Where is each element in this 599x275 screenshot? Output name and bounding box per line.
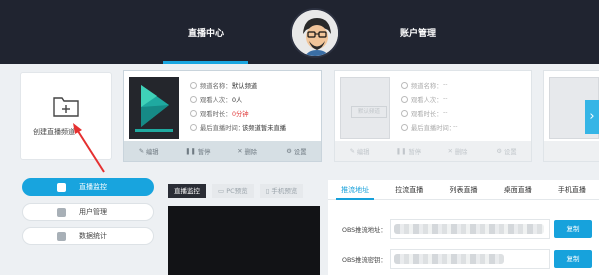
default-channel-tag: 默认频道 xyxy=(351,106,387,118)
monitor-icon xyxy=(57,183,66,192)
tv-icon xyxy=(401,82,408,89)
stream-tabs: 推流地址 拉流直播 列表直播 桌面直播 手机直播 xyxy=(328,180,599,200)
edit-icon: ✎ xyxy=(349,147,355,155)
menu-user-management[interactable]: 用户管理 xyxy=(22,203,154,221)
play-logo-icon xyxy=(129,77,179,139)
channel-actions: ✎ 编辑 ❚❚ 暂停 ✕ 删除 ⚙ 设置 xyxy=(335,141,531,161)
tab-pc-preview[interactable]: ▭ PC预览 xyxy=(212,184,254,198)
settings-button[interactable]: ⚙ 设置 xyxy=(272,141,321,161)
last-live-value: 该频道暂未直播 xyxy=(242,125,287,132)
tab-push-url[interactable]: 推流地址 xyxy=(328,180,382,200)
copy-key-button[interactable]: 复制 xyxy=(554,250,592,268)
pause-icon: ❚❚ xyxy=(185,147,196,155)
obs-key-row: OBS推流密钥： 复制 xyxy=(328,248,599,270)
obs-key-label: OBS推流密钥： xyxy=(342,257,387,264)
viewers-value: 0人 xyxy=(232,97,243,104)
channel-name-value: 默认频道 xyxy=(232,83,258,90)
pause-icon: ❚❚ xyxy=(395,147,407,155)
edit-icon: ✎ xyxy=(138,147,144,155)
viewers-row: 观看人次： 0人 xyxy=(190,95,242,104)
menu-data-statistics[interactable]: 数据统计 xyxy=(22,227,154,245)
channel-thumbnail xyxy=(129,77,179,139)
viewers-row: 观看人次： -- xyxy=(401,95,448,104)
close-icon: ✕ xyxy=(447,147,453,155)
last-live-row: 最后直播时间： 该频道暂未直播 xyxy=(190,123,286,132)
tab-desktop-live[interactable]: 桌面直播 xyxy=(491,180,545,199)
copy-address-button[interactable]: 复制 xyxy=(554,220,592,238)
settings-button: ⚙ 设置 xyxy=(496,147,517,156)
last-live-label: 最后直播时间： xyxy=(200,125,245,132)
scroll-right-button[interactable]: › xyxy=(585,100,599,134)
channel-card-placeholder: 默认频道 频道名称： -- 观看人次： -- 观看时长： -- 最后直播时间： -- ✎… xyxy=(334,70,532,162)
delete-button: ✕ 删除 xyxy=(447,147,468,156)
duration-label: 观看时长： xyxy=(200,111,232,118)
folder-add-icon xyxy=(53,97,79,117)
monitor-tabs: 直播监控 ▭ PC预览 ▯ 手机预览 xyxy=(168,184,304,198)
obs-address-row: OBS推流地址： 复制 xyxy=(328,218,599,240)
top-navigation-bar: 直播中心 账户管理 xyxy=(0,0,599,64)
obs-key-blurred-value xyxy=(394,254,504,264)
menu-label: 直播监控 xyxy=(79,183,107,191)
pause-button[interactable]: ❚❚ 暂停 xyxy=(173,141,222,161)
user-icon xyxy=(190,96,197,103)
menu-label: 数据统计 xyxy=(79,232,107,240)
user-icon xyxy=(57,208,66,217)
nav-account-management[interactable]: 账户管理 xyxy=(400,26,436,39)
viewers-label: 观看人次： xyxy=(200,97,232,104)
clock-icon xyxy=(401,110,408,117)
avatar-cartoon-icon xyxy=(292,10,338,56)
nav-live-center[interactable]: 直播中心 xyxy=(188,26,224,39)
user-icon xyxy=(401,96,408,103)
gear-icon: ⚙ xyxy=(286,147,292,155)
time-icon xyxy=(401,124,408,131)
delete-button[interactable]: ✕ 删除 xyxy=(223,141,272,161)
channel-card-default[interactable]: 频道名称： 默认频道 观看人次： 0人 观看时长： 0分钟 最后直播时间： 该频道暂未直… xyxy=(123,70,322,162)
stream-settings-panel: 推流地址 拉流直播 列表直播 桌面直播 手机直播 OBS推流地址： 复制 OBS… xyxy=(328,180,599,275)
video-player[interactable] xyxy=(168,206,320,275)
tab-mobile-preview[interactable]: ▯ 手机预览 xyxy=(259,184,304,198)
duration-row: 观看时长： 0分钟 xyxy=(190,109,249,118)
close-icon: ✕ xyxy=(237,147,243,155)
channel-name-row: 频道名称： 默认频道 xyxy=(190,81,257,90)
nav-active-indicator xyxy=(163,61,248,64)
pause-button: ❚❚ 暂停 xyxy=(395,147,422,156)
annotation-arrow-icon xyxy=(73,123,105,173)
chart-icon xyxy=(57,232,66,241)
channel-actions xyxy=(544,141,599,161)
channel-thumbnail-empty: 默认频道 xyxy=(340,77,390,139)
create-channel-label: 创建直播频道 xyxy=(33,128,75,136)
last-live-row: 最后直播时间： -- xyxy=(401,123,458,132)
edit-button: ✎ 编辑 xyxy=(349,147,370,156)
channel-name-label: 频道名称： xyxy=(200,83,232,90)
clock-icon xyxy=(190,110,197,117)
avatar[interactable] xyxy=(290,8,340,58)
tab-mobile-live[interactable]: 手机直播 xyxy=(545,180,599,199)
desktop-icon: ▭ xyxy=(218,187,227,195)
tab-live-monitor[interactable]: 直播监控 xyxy=(168,184,206,198)
duration-value: 0分钟 xyxy=(232,111,249,118)
tab-pull-live[interactable]: 拉流直播 xyxy=(382,180,436,199)
channel-name-row: 频道名称： -- xyxy=(401,81,448,90)
menu-label: 用户管理 xyxy=(79,208,107,216)
obs-address-label: OBS推流地址： xyxy=(342,227,387,234)
edit-button[interactable]: ✎ 编辑 xyxy=(124,141,173,161)
gear-icon: ⚙ xyxy=(496,147,503,155)
obs-address-blurred-value xyxy=(394,224,544,234)
channel-actions: ✎ 编辑 ❚❚ 暂停 ✕ 删除 ⚙ 设置 xyxy=(124,141,321,161)
duration-row: 观看时长： -- xyxy=(401,109,448,118)
tab-list-live[interactable]: 列表直播 xyxy=(436,180,490,199)
tv-icon xyxy=(190,82,197,89)
time-icon xyxy=(190,124,197,131)
menu-live-monitor[interactable]: 直播监控 xyxy=(22,178,154,196)
